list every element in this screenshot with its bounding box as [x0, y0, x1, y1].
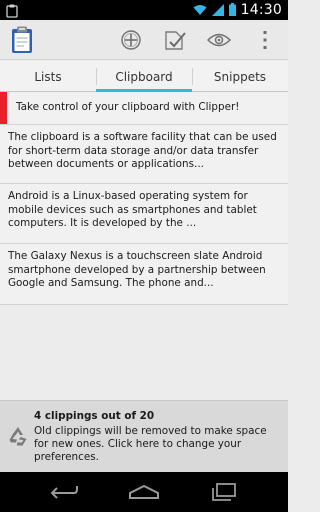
add-icon[interactable]	[118, 27, 144, 53]
home-icon[interactable]	[124, 482, 164, 502]
signal-icon	[211, 1, 224, 20]
tab-lists[interactable]: Lists	[0, 61, 96, 92]
status-bar: 14:30	[0, 0, 288, 20]
battery-icon	[228, 1, 236, 20]
clipping-text: The Galaxy Nexus is a touchscreen slate …	[8, 250, 266, 289]
clipping-text: Android is a Linux-based operating syste…	[8, 190, 257, 229]
clippings-count: 4 clippings out of 20	[34, 410, 155, 422]
preferences-message[interactable]: Old clippings will be removed to make sp…	[34, 425, 280, 465]
navigation-bar	[0, 472, 288, 512]
list-item[interactable]: The clipboard is a software facility tha…	[0, 125, 288, 184]
wifi-icon	[193, 1, 207, 20]
action-bar	[0, 20, 288, 60]
clippings-footer[interactable]: 4 clippings out of 20 Old clippings will…	[0, 400, 288, 472]
pinned-marker	[0, 92, 7, 124]
list-item[interactable]: Android is a Linux-based operating syste…	[0, 184, 288, 244]
clipping-text: Take control of your clipboard with Clip…	[16, 100, 240, 113]
list-item[interactable]: Take control of your clipboard with Clip…	[0, 92, 288, 125]
tab-clipboard[interactable]: Clipboard	[96, 61, 192, 92]
clippings-list: Take control of your clipboard with Clip…	[0, 92, 288, 305]
select-icon[interactable]	[162, 27, 188, 53]
overflow-icon[interactable]	[252, 27, 278, 53]
clipping-text: The clipboard is a software facility tha…	[8, 131, 277, 170]
view-icon[interactable]	[206, 27, 232, 53]
back-icon[interactable]	[44, 482, 84, 502]
recent-apps-icon[interactable]	[204, 482, 244, 502]
tab-bar: Lists Clipboard Snippets	[0, 61, 288, 92]
list-item[interactable]: The Galaxy Nexus is a touchscreen slate …	[0, 244, 288, 305]
status-time: 14:30	[240, 2, 282, 18]
tab-snippets[interactable]: Snippets	[192, 61, 288, 92]
recycle-icon	[7, 425, 29, 447]
clipboard-icon[interactable]	[10, 26, 34, 54]
